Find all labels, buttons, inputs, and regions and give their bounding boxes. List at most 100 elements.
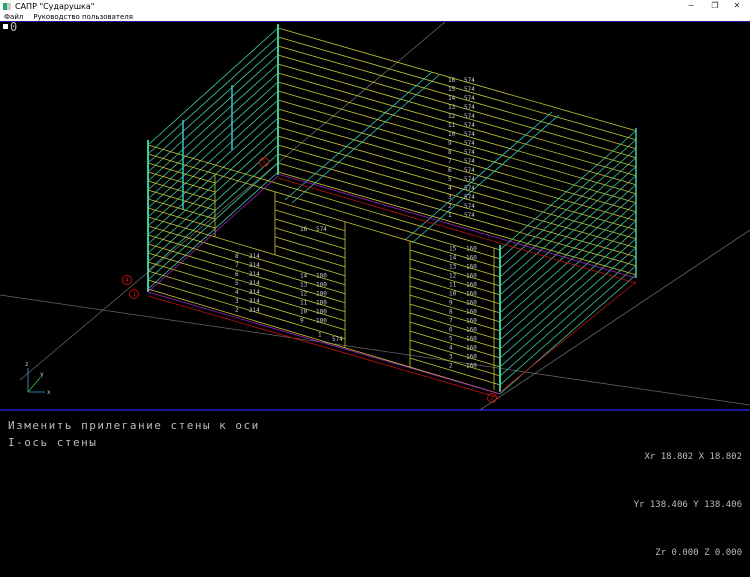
cad-viewport[interactable]: 16 574 15 574 14 574 13 574 12 574 11 574 10 574 9 574 8… <box>0 21 750 411</box>
log-number: 12 <box>300 290 308 297</box>
log-number: 8 <box>449 309 453 316</box>
log-length: 314 <box>249 262 260 269</box>
log-number: 12 <box>449 273 457 280</box>
right-wall-log <box>499 166 637 287</box>
zr-value: 0.000 <box>671 548 699 558</box>
log-number: 2 <box>235 307 239 314</box>
log-number: 14 <box>300 272 308 279</box>
axis-z-label: z <box>25 361 29 368</box>
right-wall-log <box>499 256 637 377</box>
log-number: 1 <box>318 332 322 339</box>
maximize-button[interactable]: ❐ <box>704 0 726 12</box>
left-wall-log <box>147 72 279 191</box>
log-length: 160 <box>466 318 477 325</box>
log-number: 15 <box>448 86 456 93</box>
log-number: 14 <box>449 255 457 262</box>
right-wall-log <box>499 220 637 341</box>
yr-value: 138.406 <box>649 500 688 510</box>
minimize-button[interactable]: ─ <box>680 0 702 12</box>
log-number: 4 <box>449 345 453 352</box>
front-wall-log <box>274 209 346 232</box>
log-length: 574 <box>464 176 475 183</box>
left-wall-log <box>147 108 279 227</box>
log-number: 1 <box>448 212 452 219</box>
log-number: 8 <box>235 253 239 260</box>
log-length: 574 <box>464 158 475 165</box>
log-number: 9 <box>300 317 304 324</box>
log-length: 160 <box>466 264 477 271</box>
menu-bar: Файл Руководство пользователя <box>0 12 750 22</box>
log-length: 100 <box>316 308 327 315</box>
viewport-marker <box>3 24 8 29</box>
log-length: 574 <box>464 77 475 84</box>
yr-label: Yr <box>633 500 645 510</box>
log-number: 12 <box>448 113 456 120</box>
right-wall-log <box>499 139 637 260</box>
right-wall-log <box>499 193 637 314</box>
window-title: САПР "Сударушка" <box>15 1 95 11</box>
log-length: 314 <box>249 280 260 287</box>
log-number: 14 <box>448 95 456 102</box>
right-wall-log <box>499 148 637 269</box>
log-number: 5 <box>449 336 453 343</box>
log-length: 314 <box>249 289 260 296</box>
zr-label: Zr <box>655 548 667 558</box>
axis-marker-label: 4 <box>125 277 129 284</box>
left-wall-log <box>147 45 279 164</box>
right-wall-log <box>499 247 637 368</box>
log-number: 4 <box>235 289 239 296</box>
log-number: 6 <box>448 167 452 174</box>
log-number: 5 <box>448 176 452 183</box>
log-number: 10 <box>449 291 457 298</box>
left-wall-log <box>147 36 279 155</box>
left-wall-log <box>147 63 279 182</box>
log-number: 3 <box>235 298 239 305</box>
log-number: 7 <box>235 262 239 269</box>
title-bar: САПР "Сударушка" ─ ❐ ✕ <box>0 0 750 12</box>
xr-value: 18.802 <box>660 452 694 462</box>
log-length: 160 <box>466 246 477 253</box>
log-length: 574 <box>464 86 475 93</box>
log-length: 160 <box>466 255 477 262</box>
ceiling-beam <box>284 71 433 201</box>
log-number: 9 <box>449 300 453 307</box>
log-number: 3 <box>448 194 452 201</box>
log-length: 160 <box>466 345 477 352</box>
log-length: 574 <box>464 131 475 138</box>
log-length: 100 <box>316 272 327 279</box>
log-number: 11 <box>449 282 457 289</box>
house-model-drawing[interactable]: 16 57415 57414 57413 57412 57411 57410 5749 5748… <box>0 21 750 411</box>
menu-user-guide[interactable]: Руководство пользователя <box>33 13 133 21</box>
log-length: 574 <box>316 226 327 233</box>
log-length: 100 <box>316 299 327 306</box>
log-length: 574 <box>464 203 475 210</box>
log-length: 160 <box>466 309 477 316</box>
log-length: 160 <box>466 327 477 334</box>
log-length: 160 <box>466 273 477 280</box>
left-wall-log <box>147 90 279 209</box>
log-number: 16 <box>300 226 308 233</box>
right-wall-log <box>499 211 637 332</box>
log-number: 3 <box>449 354 453 361</box>
log-length: 160 <box>466 282 477 289</box>
log-length: 574 <box>464 122 475 129</box>
axis-y <box>27 377 41 393</box>
log-length: 574 <box>464 194 475 201</box>
log-number: 11 <box>448 122 456 129</box>
axis-marker-label: 1 <box>132 291 136 298</box>
log-length: 574 <box>464 104 475 111</box>
z-value: 0.000 <box>714 548 742 558</box>
log-length: 574 <box>464 149 475 156</box>
log-number: 5 <box>235 280 239 287</box>
close-button[interactable]: ✕ <box>726 0 748 12</box>
front-wall-log <box>274 227 346 250</box>
ceiling-beam <box>291 74 440 204</box>
right-wall-log <box>499 229 637 350</box>
log-length: 314 <box>249 307 260 314</box>
front-wall-log <box>274 236 346 259</box>
command-prompt: Изменить прилегание стены к оси <box>8 419 260 432</box>
log-length: 160 <box>466 354 477 361</box>
coordinate-readout: Xr 18.802 X 18.802 Yr 138.406 Y 138.406 … <box>634 417 742 577</box>
log-length: 160 <box>466 300 477 307</box>
right-wall-log <box>499 274 637 395</box>
